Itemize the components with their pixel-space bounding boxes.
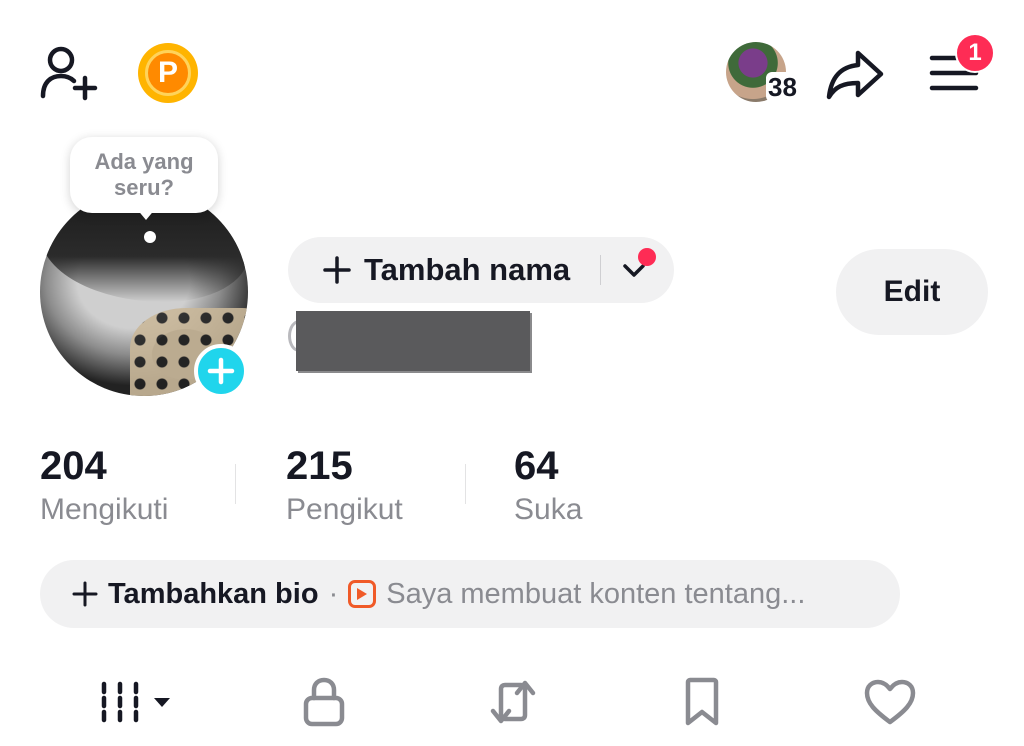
pill-divider: [600, 255, 601, 285]
username-redacted: [296, 311, 530, 371]
status-bubble[interactable]: Ada yang seru?: [70, 137, 218, 213]
tab-saved[interactable]: [674, 672, 730, 732]
tab-liked[interactable]: [860, 672, 920, 732]
bio-hint: Saya membuat konten tentang...: [386, 577, 806, 610]
stat-likes[interactable]: 64 Suka: [514, 444, 582, 527]
repost-icon: [490, 680, 536, 724]
bookmark-icon: [685, 677, 719, 726]
menu-notification-badge: 1: [955, 33, 995, 73]
grid-videos-icon: [101, 681, 170, 723]
add-name-pill[interactable]: Tambah nama: [288, 237, 674, 303]
plus-icon: [207, 357, 235, 385]
bubble-tail: [136, 208, 156, 220]
stat-following[interactable]: 204 Mengikuti: [40, 444, 168, 527]
add-bio-label: Tambahkan bio: [108, 577, 319, 610]
story-count: 38: [766, 72, 799, 102]
plus-icon: [72, 581, 98, 607]
add-photo-button[interactable]: [194, 344, 248, 398]
stat-divider: [235, 464, 236, 504]
plus-icon: [323, 256, 351, 284]
share-button[interactable]: [824, 46, 886, 102]
add-name-label: Tambah nama: [364, 252, 571, 287]
video-play-icon: [348, 580, 377, 608]
stat-followers[interactable]: 215 Pengikut: [286, 444, 403, 527]
new-dot-badge: [638, 248, 656, 266]
share-arrow-icon: [826, 50, 884, 100]
chevron-down-icon[interactable]: [622, 263, 646, 279]
bubble-dot: [144, 231, 156, 243]
person-plus-icon: [40, 46, 98, 101]
tab-videos[interactable]: [92, 672, 176, 732]
lock-icon: [303, 677, 345, 727]
tab-reposts[interactable]: [482, 672, 544, 732]
coin-button[interactable]: P: [138, 43, 198, 103]
heart-icon: [864, 679, 916, 725]
bio-separator: ·: [328, 577, 339, 610]
tab-private[interactable]: [294, 672, 354, 732]
edit-profile-button[interactable]: Edit: [836, 249, 988, 335]
coin-icon: P: [145, 50, 191, 96]
add-friend-button[interactable]: [38, 42, 102, 102]
add-bio-pill[interactable]: Tambahkan bio · Saya membuat konten tent…: [40, 560, 900, 628]
stat-divider: [465, 464, 466, 504]
